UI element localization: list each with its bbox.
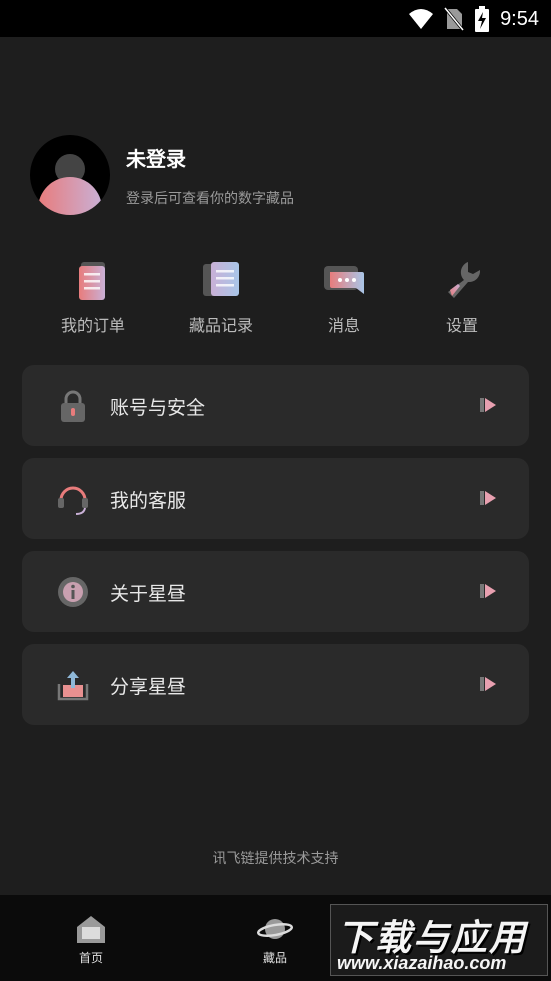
watermark: 下载与应用 www.xiazaihao.com — [330, 904, 548, 976]
chevron-right-icon — [480, 584, 496, 598]
share-icon — [57, 671, 89, 701]
avatar[interactable] — [30, 135, 110, 215]
wrench-icon — [448, 262, 481, 298]
quick-item-label: 藏品记录 — [188, 316, 253, 335]
wifi-icon — [409, 9, 434, 29]
lock-icon — [61, 390, 85, 422]
message-icon — [324, 266, 364, 294]
planet-icon — [257, 919, 293, 939]
menu-item-label: 分享星昼 — [110, 676, 187, 698]
orders-icon — [79, 262, 105, 300]
menu-item-customer-service[interactable]: 我的客服 — [22, 458, 529, 539]
menu-item-share[interactable]: 分享星昼 — [22, 644, 529, 725]
chevron-right-icon — [480, 677, 496, 691]
tab-collection[interactable]: 藏品 — [235, 913, 315, 966]
quick-item-label: 我的订单 — [60, 316, 125, 335]
chevron-right-icon — [480, 491, 496, 505]
home-icon — [77, 916, 105, 943]
quick-item-collection-record[interactable]: 藏品记录 — [161, 258, 281, 336]
tab-home[interactable]: 首页 — [51, 913, 131, 966]
menu-item-account-security[interactable]: 账号与安全 — [22, 365, 529, 446]
battery-charging-icon — [475, 6, 490, 32]
tech-support-text: 讯飞链提供技术支持 — [212, 851, 339, 867]
quick-item-label: 消息 — [327, 316, 360, 335]
chevron-right-icon — [480, 398, 496, 412]
quick-item-orders[interactable]: 我的订单 — [33, 258, 153, 336]
watermark-url: www.xiazaihao.com — [337, 953, 507, 973]
menu-item-label: 账号与安全 — [110, 397, 206, 419]
menu-item-about[interactable]: 关于星昼 — [22, 551, 529, 632]
headset-icon — [58, 486, 88, 515]
menu-item-label: 我的客服 — [110, 490, 187, 512]
quick-actions: 我的订单 藏品记录 消息 设置 — [0, 258, 551, 342]
info-icon — [58, 577, 88, 607]
profile-subtitle: 登录后可查看你的数字藏品 — [126, 191, 294, 207]
quick-item-settings[interactable]: 设置 — [402, 258, 522, 336]
profile-header[interactable]: 未登录 登录后可查看你的数字藏品 — [30, 135, 520, 217]
collection-record-icon — [203, 262, 239, 296]
status-bar: 9:54 — [0, 0, 551, 37]
status-clock: 9:54 — [500, 7, 539, 30]
quick-item-messages[interactable]: 消息 — [284, 258, 404, 336]
profile-name[interactable]: 未登录 — [126, 143, 186, 172]
no-sim-icon — [444, 7, 465, 31]
menu-item-label: 关于星昼 — [110, 583, 187, 605]
tab-label: 首页 — [78, 951, 103, 965]
tab-label: 藏品 — [262, 951, 287, 965]
quick-item-label: 设置 — [445, 316, 478, 335]
